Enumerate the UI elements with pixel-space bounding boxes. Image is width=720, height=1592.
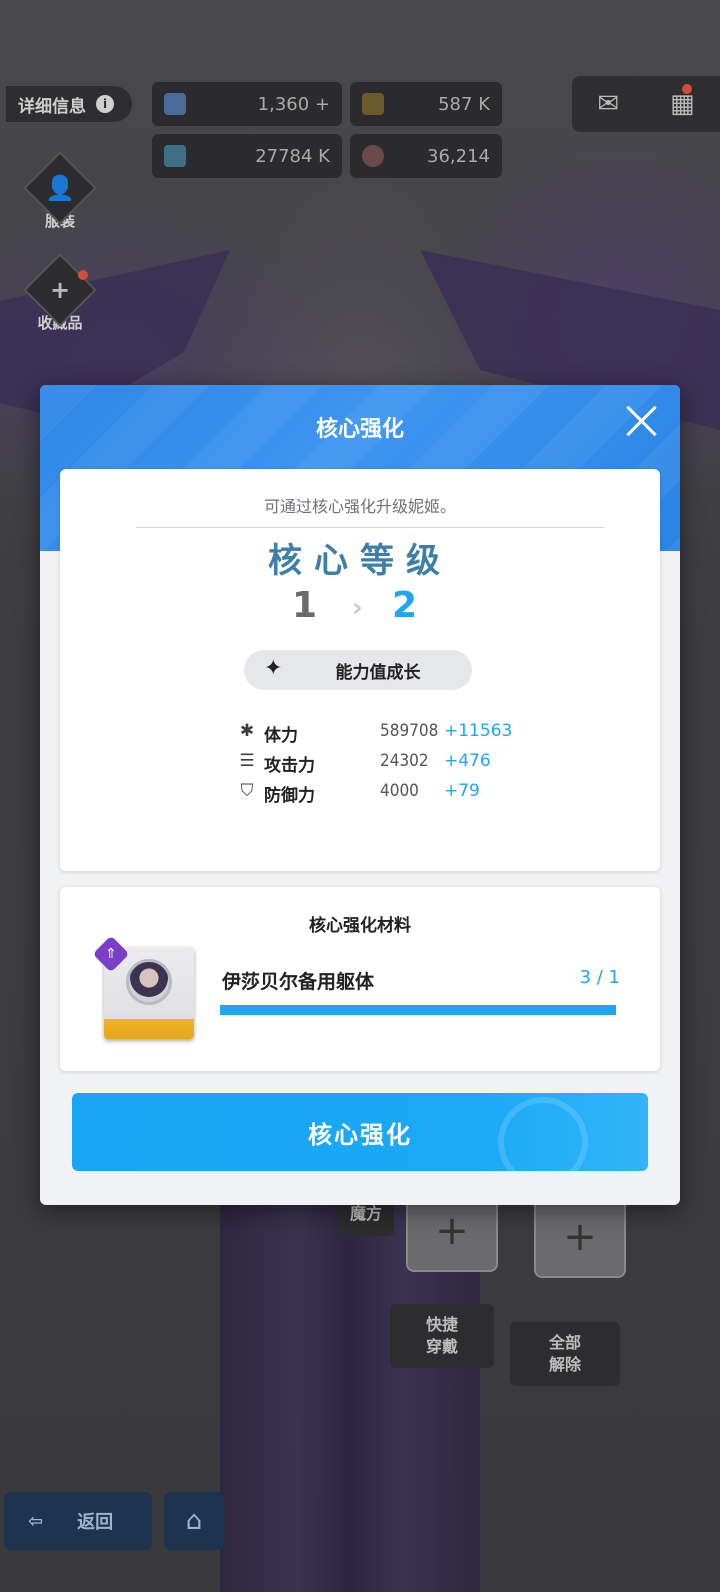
stat-name: 体力 — [264, 726, 298, 746]
level-to: 2 — [392, 585, 418, 626]
core-level-title: 核心等级 — [268, 541, 452, 581]
quick-equip-label: 快捷 穿戴 — [425, 1314, 458, 1356]
attack-icon: ☰ — [239, 751, 255, 771]
resource-value: 587 K — [438, 93, 490, 115]
stat-row-defense: ⛉ 防御力 4000 +79 — [236, 779, 536, 807]
plus-icon: + — [435, 1208, 469, 1254]
quick-equip-button[interactable]: 快捷 穿戴 — [390, 1304, 494, 1368]
stat-name: 防御力 — [264, 786, 315, 806]
stat-increase: +79 — [444, 781, 480, 801]
costume-diamond: 👤 — [23, 151, 97, 225]
material-portrait — [126, 959, 172, 1005]
home-button[interactable]: ⌂ — [164, 1492, 224, 1550]
back-button[interactable]: ⇦ 返回 — [4, 1492, 152, 1550]
resource-value: 36,214 — [427, 145, 490, 167]
equip-slot-boots[interactable]: + — [534, 1196, 626, 1278]
materials-card: 核心强化材料 ⇑ 伊莎贝尔备用躯体 3 / 1 — [60, 887, 660, 1071]
material-progress-fill — [220, 1005, 616, 1015]
rarity-badge-icon: ⇑ — [92, 935, 130, 973]
info-icon: i — [96, 95, 114, 113]
core-dust-icon — [362, 145, 384, 167]
stat-row-hp: ✱ 体力 589708 +11563 — [236, 719, 536, 747]
defense-icon: ⛉ — [240, 781, 254, 801]
mail-icon[interactable]: ✉ — [597, 89, 619, 119]
level-from: 1 — [292, 585, 318, 626]
collection-notification-dot — [78, 270, 88, 280]
level-card: 可通过核心强化升级妮姬。 核心等级 1 › 2 ✦ 能力值成长 ✱ 体力 589… — [60, 469, 660, 871]
resource-credit: 587 K — [350, 82, 502, 126]
chevron-right-icon: › — [352, 593, 363, 623]
core-enhance-label: 核心强化 — [308, 1120, 412, 1149]
hp-icon: ✱ — [239, 721, 255, 741]
resource-core-dust: 36,214 — [350, 134, 502, 178]
exit-icon: ⇦ — [28, 1510, 44, 1532]
credit-icon — [362, 93, 384, 115]
add-icon[interactable]: + — [315, 94, 330, 115]
stat-row-attack: ☰ 攻击力 24302 +476 — [236, 749, 536, 777]
material-name: 伊莎贝尔备用躯体 — [222, 971, 375, 993]
unequip-all-label: 全部 解除 — [548, 1332, 581, 1374]
resource-battle-data: 27784 K — [152, 134, 342, 178]
core-enhance-button[interactable]: 核心强化 — [72, 1093, 648, 1171]
close-icon[interactable] — [624, 403, 660, 439]
home-icon: ⌂ — [185, 1506, 203, 1536]
crystal-icon — [164, 93, 186, 115]
resource-value: 1,360 — [257, 93, 310, 115]
costume-button[interactable]: 👤 服装 — [22, 151, 98, 238]
person-icon: 👤 — [45, 173, 75, 202]
detail-info-label: 详细信息 — [18, 96, 86, 117]
material-count: 3 / 1 — [579, 967, 620, 988]
stat-name: 攻击力 — [264, 756, 315, 776]
stat-value: 24302 — [380, 751, 429, 771]
core-enhance-modal: 核心强化 可通过核心强化升级妮姬。 核心等级 1 › 2 ✦ 能力值成长 ✱ 体… — [40, 385, 680, 1205]
divider — [136, 527, 604, 528]
plus-icon: + — [563, 1214, 597, 1260]
modal-title: 核心强化 — [315, 417, 404, 442]
resource-crystal: 1,360 + — [152, 82, 342, 126]
material-progress-bar — [220, 1005, 616, 1015]
stat-increase: +11563 — [444, 721, 513, 741]
plus-icon: + — [49, 275, 71, 304]
back-label: 返回 — [77, 1512, 114, 1533]
button-decoration — [498, 1097, 588, 1171]
collection-diamond: + — [23, 253, 97, 327]
detail-info-button[interactable]: 详细信息 i — [6, 86, 132, 122]
materials-title: 核心强化材料 — [309, 916, 411, 936]
cube-label: 魔方 — [349, 1203, 382, 1223]
battle-data-icon — [164, 145, 186, 167]
stat-value: 4000 — [380, 781, 419, 801]
stat-growth-header: ✦ 能力值成长 — [244, 650, 472, 690]
stat-increase: +476 — [444, 751, 491, 771]
stat-value: 589708 — [380, 721, 439, 741]
stat-growth-label: 能力值成长 — [335, 662, 421, 683]
unequip-all-button[interactable]: 全部 解除 — [510, 1322, 620, 1386]
menu-grid-icon[interactable]: ▦ — [670, 89, 695, 119]
resource-value: 27784 K — [255, 145, 330, 167]
top-right-menu: ✉ ▦ — [572, 76, 720, 132]
description-text: 可通过核心强化升级妮姬。 — [263, 497, 456, 516]
notification-dot — [682, 84, 692, 94]
